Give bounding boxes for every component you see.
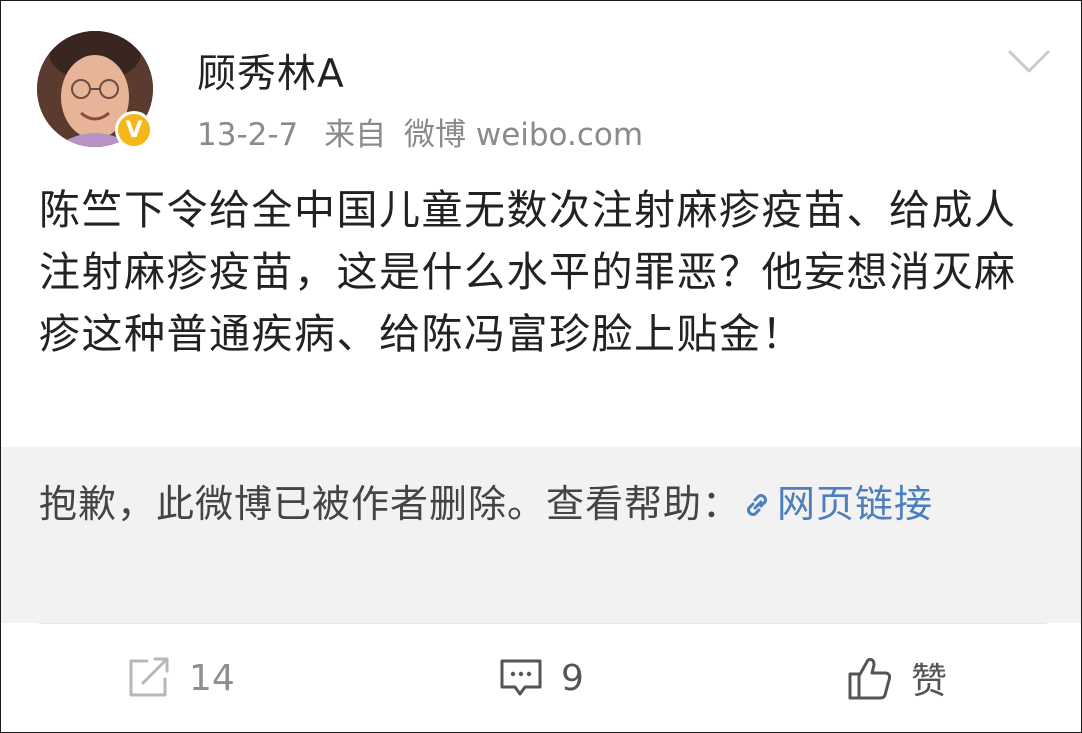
repost-button[interactable]: 14 bbox=[127, 653, 235, 703]
web-link[interactable]: 网页链接 bbox=[741, 482, 933, 526]
comment-button[interactable]: 9 bbox=[499, 653, 584, 703]
link-icon bbox=[747, 494, 767, 516]
comment-icon bbox=[500, 659, 542, 696]
repost-icon bbox=[129, 657, 169, 697]
post-meta: 13-2-7 来自 微博 weibo.com bbox=[197, 109, 659, 154]
deleted-notice-text: 抱歉，此微博已被作者删除。查看帮助： bbox=[39, 482, 742, 526]
deleted-repost-notice: 抱歉，此微博已被作者删除。查看帮助： 网页链接 bbox=[1, 447, 1081, 623]
verified-badge-icon: V bbox=[115, 111, 153, 149]
like-label: 赞 bbox=[911, 661, 948, 702]
weibo-post-card: V 顾秀林A 13-2-7 来自 微博 weibo.com 陈竺下令给全中国儿童… bbox=[0, 0, 1082, 733]
source-prefix: 来自 bbox=[324, 117, 387, 153]
chevron-down-icon[interactable] bbox=[1007, 47, 1051, 77]
thumbs-up-icon bbox=[848, 658, 892, 700]
like-button[interactable]: 赞 bbox=[847, 653, 947, 703]
divider bbox=[39, 623, 1047, 624]
deleted-notice-text-block: 抱歉，此微博已被作者删除。查看帮助： 网页链接 bbox=[39, 473, 1039, 535]
post-date: 13-2-7 bbox=[197, 117, 299, 153]
action-bar: 14 9 赞 bbox=[1, 631, 1081, 731]
author-name[interactable]: 顾秀林A bbox=[197, 43, 345, 99]
source-name[interactable]: 微博 weibo.com bbox=[404, 117, 643, 153]
comment-count: 9 bbox=[561, 657, 584, 699]
web-link-label: 网页链接 bbox=[777, 482, 934, 526]
repost-count: 14 bbox=[189, 657, 235, 699]
post-content: 陈竺下令给全中国儿童无数次注射麻疹疫苗、给成人注射麻疹疫苗，这是什么水平的罪恶？… bbox=[39, 186, 1017, 358]
